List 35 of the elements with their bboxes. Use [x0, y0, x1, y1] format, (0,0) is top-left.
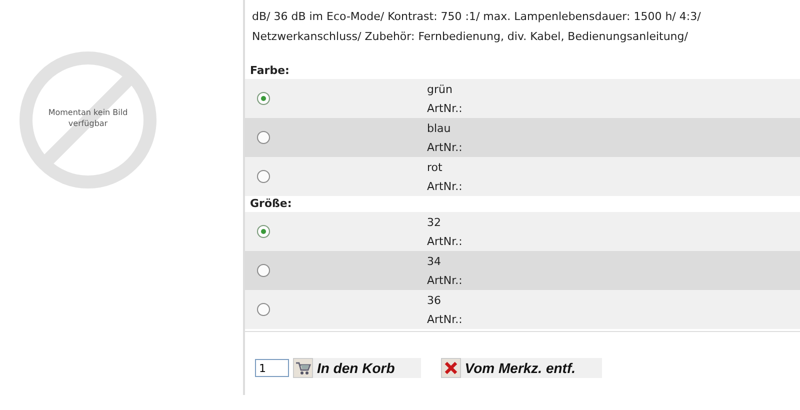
close-icon[interactable] [440, 358, 461, 378]
option-row[interactable]: 36 ArtNr.: [245, 290, 800, 329]
article-number-label: ArtNr.: [427, 100, 462, 116]
option-group-title: Größe: [249, 196, 293, 212]
radio-button[interactable] [257, 264, 270, 277]
option-row[interactable]: 34 ArtNr.: [245, 251, 800, 290]
article-number-label: ArtNr.: [427, 178, 462, 194]
radio-button[interactable] [257, 92, 270, 105]
article-number-label: ArtNr.: [427, 272, 462, 288]
no-image-icon [18, 50, 158, 190]
option-value: 36 [427, 292, 442, 308]
article-number-label: ArtNr.: [427, 140, 462, 156]
no-image-text: Momentan kein Bild verfügbar [47, 107, 129, 129]
option-row[interactable]: grün ArtNr.: [245, 79, 800, 118]
radio-button[interactable] [257, 303, 270, 316]
radio-button[interactable] [257, 131, 270, 144]
option-group-title: Farbe: [249, 63, 290, 79]
radio-button[interactable] [257, 225, 270, 238]
option-row[interactable]: rot ArtNr.: [245, 157, 800, 196]
description-text: Netzwerkanschluss/ Zubehör: Fernbedienung, div. Kabel, Bedienungsanleitung/ [251, 29, 689, 45]
option-row[interactable]: blau ArtNr.: [245, 118, 800, 157]
option-value: 32 [427, 214, 442, 230]
radio-button[interactable] [257, 170, 270, 183]
article-number-label: ArtNr.: [427, 312, 462, 328]
option-value: grün [427, 82, 454, 98]
cart-icon[interactable] [293, 358, 313, 378]
option-value: blau [427, 120, 452, 136]
add-to-cart-button[interactable]: In den Korb [313, 358, 421, 378]
remove-from-watchlist-button[interactable]: Vom Merkz. entf. [460, 358, 602, 378]
option-value: 34 [427, 254, 442, 270]
option-row[interactable]: 32 ArtNr.: [245, 212, 800, 251]
quantity-field[interactable]: 1 [255, 359, 289, 377]
article-number-label: ArtNr.: [427, 234, 462, 250]
description-text: dB/ 36 dB im Eco-Mode/ Kontrast: 750 :1/ max. Lampenlebensdauer: 1500 h/ 4:3/ [251, 9, 702, 25]
option-value: rot [427, 160, 444, 176]
